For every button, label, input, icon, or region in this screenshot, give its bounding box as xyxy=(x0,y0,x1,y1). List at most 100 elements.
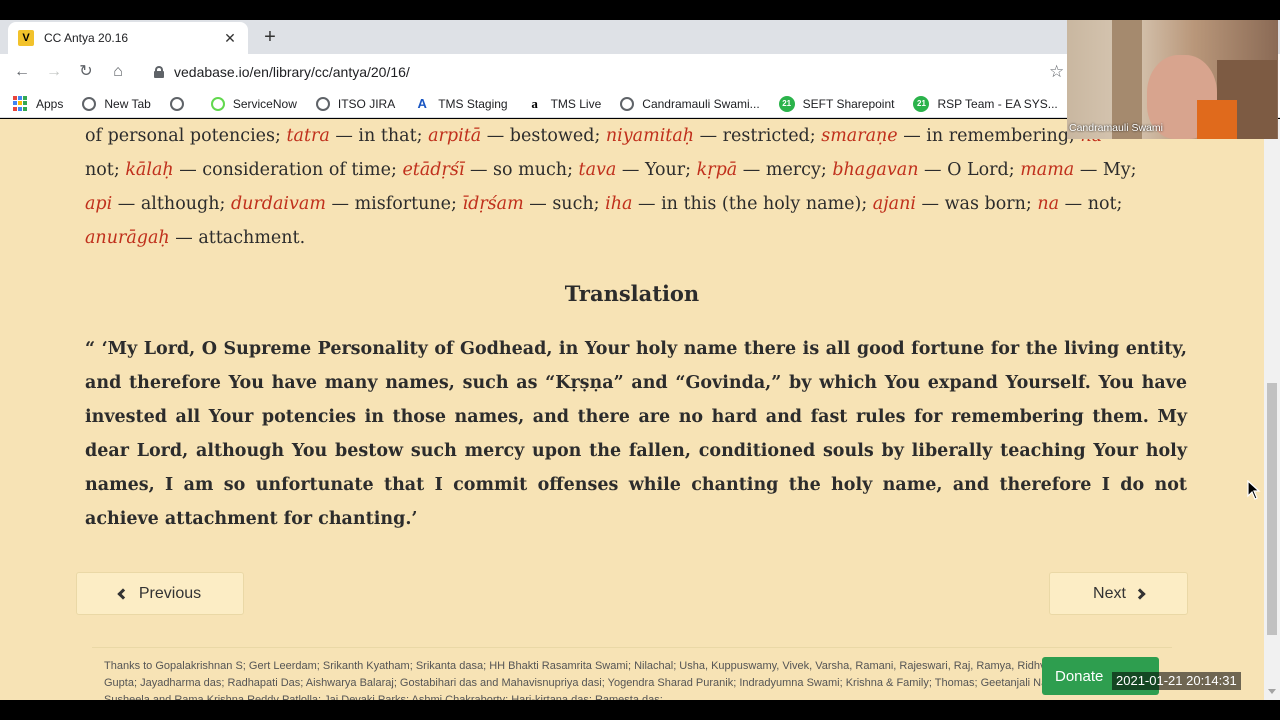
bookmark-label: RSP Team - EA SYS... xyxy=(937,96,1058,111)
sanskrit-word-link[interactable]: ajani xyxy=(873,194,916,214)
tab-close-icon[interactable]: ✕ xyxy=(222,30,238,47)
synonym-line: anurāgaḥ — attachment. xyxy=(85,221,1187,255)
sanskrit-word-link[interactable]: tatra xyxy=(286,126,329,146)
translation-text: “ ‘My Lord, O Supreme Personality of God… xyxy=(85,339,1187,529)
synonym-meaning: — mercy; xyxy=(737,160,833,180)
bookmark-item[interactable]: ITSO JIRA xyxy=(315,96,396,111)
sanskrit-word-link[interactable]: iha xyxy=(605,194,632,214)
bookmark-label: TMS Staging xyxy=(438,96,508,111)
word-for-word-synonyms: of personal potencies; tatra — in that; … xyxy=(85,119,1187,255)
bookmark-item[interactable] xyxy=(169,96,192,111)
synonym-meaning: not; xyxy=(85,160,126,180)
page-content: of personal potencies; tatra — in that; … xyxy=(0,119,1264,700)
synonym-line: not; kālaḥ — consideration of time; etād… xyxy=(85,153,1187,187)
camera-person-robe xyxy=(1197,100,1237,139)
forward-arrow-icon[interactable]: → xyxy=(45,63,63,81)
new-tab-plus-icon[interactable]: + xyxy=(260,27,280,48)
sanskrit-word-link[interactable]: api xyxy=(85,194,112,214)
bookmark-item[interactable]: Apps xyxy=(12,95,64,112)
sharepoint-icon: 21 xyxy=(778,95,795,112)
scrollbar-thumb[interactable] xyxy=(1267,383,1277,635)
sanskrit-word-link[interactable]: smaraṇe xyxy=(821,126,897,146)
bookmark-label: ServiceNow xyxy=(232,96,297,111)
apps-icon xyxy=(12,95,28,112)
bookmark-item[interactable]: ServiceNow xyxy=(210,96,297,111)
page-scrollbar[interactable] xyxy=(1264,119,1280,700)
sanskrit-word-link[interactable]: mama xyxy=(1020,160,1074,180)
tab-title: CC Antya 20.16 xyxy=(44,31,129,45)
back-arrow-icon[interactable]: ← xyxy=(13,63,31,81)
bookmark-label: New Tab xyxy=(104,96,151,111)
vedabase-favicon-icon: V xyxy=(18,30,34,46)
synonym-meaning: — so much; xyxy=(464,160,579,180)
synonym-meaning: — although; xyxy=(112,194,231,214)
previous-label: Previous xyxy=(138,584,202,602)
amazon-icon: a xyxy=(531,95,538,111)
bottom-black-strip xyxy=(0,700,1280,720)
synonym-meaning: — bestowed; xyxy=(481,126,606,146)
chevron-left-icon xyxy=(117,587,129,600)
sanskrit-word-link[interactable]: kṛpā xyxy=(697,160,738,180)
home-icon[interactable]: ⌂ xyxy=(109,63,127,81)
tms-icon: A xyxy=(417,96,427,111)
sanskrit-word-link[interactable]: na xyxy=(1037,194,1059,214)
lock-icon[interactable] xyxy=(154,66,164,78)
servicenow-icon xyxy=(210,96,225,111)
synonym-meaning: — such; xyxy=(523,194,606,214)
synonym-meaning: — misfortune; xyxy=(325,194,463,214)
synonym-meaning: — consideration of time; xyxy=(173,160,403,180)
sanskrit-word-link[interactable]: īdṛśam xyxy=(463,194,524,214)
synonym-meaning: — restricted; xyxy=(694,126,822,146)
globe-icon xyxy=(82,96,97,111)
bookmark-label: ITSO JIRA xyxy=(337,96,396,111)
sanskrit-word-link[interactable]: durdaivam xyxy=(231,194,326,214)
camera-participant-name: Candramauli Swami xyxy=(1069,122,1163,134)
address-url[interactable]: vedabase.io/en/library/cc/antya/20/16/ xyxy=(174,64,410,80)
thanks-credits: Thanks to Gopalakrishnan S; Gert Leerdam… xyxy=(92,647,1172,700)
synonym-meaning: — attachment. xyxy=(169,228,306,248)
bookmark-item[interactable]: 21 RSP Team - EA SYS... xyxy=(913,95,1058,112)
sanskrit-word-link[interactable]: arpitā xyxy=(428,126,481,146)
scroll-down-arrow-icon[interactable] xyxy=(1268,689,1276,694)
bookmark-label: Apps xyxy=(36,96,64,111)
synonym-meaning: — in remembering; xyxy=(897,126,1081,146)
bookmark-item[interactable]: a TMS Live xyxy=(527,95,602,112)
mouse-cursor-icon xyxy=(1247,479,1261,500)
next-button[interactable]: Next xyxy=(1049,572,1188,615)
synonym-meaning: — Your; xyxy=(616,160,697,180)
synonym-meaning: of personal potencies; xyxy=(85,126,287,146)
previous-button[interactable]: Previous xyxy=(76,572,244,615)
address-bar[interactable]: vedabase.io/en/library/cc/antya/20/16/ xyxy=(140,58,1070,86)
bookmark-item[interactable]: Candramauli Swami... xyxy=(620,96,760,111)
bookmark-item[interactable]: 21 SEFT Sharepoint xyxy=(778,95,894,112)
synonym-meaning: — in that; xyxy=(329,126,429,146)
next-label: Next xyxy=(1093,584,1126,602)
webcam-overlay: Candramauli Swami xyxy=(1067,20,1278,139)
sanskrit-word-link[interactable]: etādṛśī xyxy=(402,160,464,180)
synonym-meaning: — O Lord; xyxy=(918,160,1021,180)
synonym-line: of personal potencies; tatra — in that; … xyxy=(85,119,1187,153)
sanskrit-word-link[interactable]: anurāgaḥ xyxy=(85,228,170,248)
bookmark-item[interactable]: New Tab xyxy=(82,96,151,111)
bookmark-label: Candramauli Swami... xyxy=(642,96,760,111)
synonym-meaning: — My; xyxy=(1074,160,1137,180)
recording-timestamp: 2021-01-21 20:14:31 xyxy=(1112,672,1241,690)
globe-icon xyxy=(620,96,635,111)
bookmark-star-icon[interactable]: ☆ xyxy=(1049,62,1064,82)
bookmark-item[interactable]: A TMS Staging xyxy=(414,96,508,112)
globe-icon xyxy=(169,96,184,111)
chevron-right-icon xyxy=(1134,587,1146,600)
browser-tab[interactable]: V CC Antya 20.16 ✕ xyxy=(8,22,248,54)
reload-icon[interactable]: ↻ xyxy=(77,63,95,81)
sharepoint-icon: 21 xyxy=(913,95,930,112)
screen: V CC Antya 20.16 ✕ + ← → ↻ ⌂ vedabase.io… xyxy=(0,0,1280,720)
synonym-meaning: — not; xyxy=(1059,194,1123,214)
synonym-meaning: — in this (the holy name); xyxy=(632,194,873,214)
sanskrit-word-link[interactable]: kālaḥ xyxy=(125,160,173,180)
sanskrit-word-link[interactable]: niyamitaḥ xyxy=(606,126,694,146)
translation-heading: Translation xyxy=(564,281,700,306)
globe-icon xyxy=(315,96,330,111)
sanskrit-word-link[interactable]: tava xyxy=(579,160,617,180)
bookmark-label: TMS Live xyxy=(550,96,602,111)
sanskrit-word-link[interactable]: bhagavan xyxy=(832,160,918,180)
